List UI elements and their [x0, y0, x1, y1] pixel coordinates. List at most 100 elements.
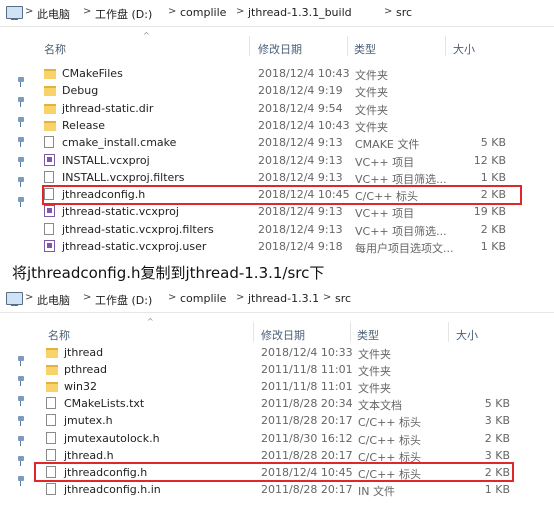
file-date: 2018/12/4 9:13: [258, 136, 343, 150]
column-divider[interactable]: [249, 36, 250, 56]
column-header-name[interactable]: 名称: [48, 327, 70, 343]
column-header-date[interactable]: 修改日期: [258, 41, 302, 57]
header-file-icon: [46, 448, 56, 461]
list-item[interactable]: Debug 2018/12/4 9:19 文件夹: [40, 82, 520, 99]
file-name: jmutex.h: [64, 414, 113, 428]
list-item[interactable]: CMakeLists.txt 2011/8/28 20:34 文本文档 5 KB: [42, 395, 522, 412]
vcxproj-icon: [44, 153, 55, 166]
file-type: 文件夹: [355, 86, 388, 100]
column-header-date[interactable]: 修改日期: [261, 327, 305, 343]
list-item[interactable]: jthread-static.vcxproj.user 2018/12/4 9:1…: [40, 238, 520, 255]
file-size: 2 KB: [480, 222, 506, 236]
file-name: INSTALL.vcxproj: [62, 153, 150, 167]
list-item[interactable]: jthread-static.vcxproj 2018/12/4 9:13 VC++…: [40, 203, 520, 220]
pin-icon[interactable]: [17, 376, 25, 386]
column-divider[interactable]: [448, 322, 449, 342]
pin-icon[interactable]: [17, 356, 25, 366]
pin-icon[interactable]: [17, 177, 25, 187]
this-pc-icon: [6, 292, 23, 306]
column-header-size[interactable]: 大小: [453, 41, 475, 57]
column-header-type[interactable]: 类型: [357, 327, 379, 343]
file-size: 3 KB: [484, 414, 510, 428]
list-item[interactable]: jthreadconfig.h.in 2011/8/28 20:17 IN 文件 1 …: [42, 481, 522, 498]
chevron-right-icon[interactable]: >: [236, 292, 244, 303]
file-name: jthread-static.vcxproj: [62, 205, 179, 219]
pin-icon[interactable]: [17, 157, 25, 167]
column-header-type[interactable]: 类型: [354, 41, 376, 57]
file-date: 2011/11/8 11:01: [261, 363, 353, 377]
file-name: jmutexautolock.h: [64, 431, 160, 445]
file-date: 2018/12/4 9:19: [258, 84, 343, 98]
list-item[interactable]: cmake_install.cmake 2018/12/4 9:13 CMAKE 文…: [40, 134, 520, 151]
list-item[interactable]: INSTALL.vcxproj.filters 2018/12/4 9:13 VC+…: [40, 169, 520, 186]
file-date: 2018/12/4 10:33: [261, 346, 353, 359]
list-item[interactable]: jthread-static.vcxproj.filters 2018/12/4 …: [40, 221, 520, 238]
breadcrumb-item[interactable]: 工作盘 (D:): [95, 6, 152, 22]
pin-icon[interactable]: [17, 456, 25, 466]
folder-icon: [44, 69, 56, 79]
pin-icon[interactable]: [17, 137, 25, 147]
breadcrumb-item[interactable]: jthread-1.3.1_build: [248, 6, 352, 19]
list-item[interactable]: CMakeFiles 2018/12/4 10:43 文件夹: [40, 65, 520, 82]
breadcrumb-item[interactable]: jthread-1.3.1: [248, 292, 319, 305]
file-type: 文件夹: [355, 103, 388, 117]
file-name: cmake_install.cmake: [62, 136, 177, 150]
list-item[interactable]: INSTALL.vcxproj 2018/12/4 9:13 VC++ 项目 12 K…: [40, 152, 520, 169]
column-header-name[interactable]: 名称: [44, 41, 66, 57]
pin-icon[interactable]: [17, 197, 25, 207]
chevron-right-icon[interactable]: >: [25, 292, 33, 303]
sort-up-icon: ^: [147, 317, 154, 326]
column-divider[interactable]: [445, 36, 446, 56]
pin-icon[interactable]: [17, 476, 25, 486]
chevron-right-icon[interactable]: >: [168, 6, 176, 17]
list-item[interactable]: win32 2011/11/8 11:01 文件夹: [42, 378, 522, 395]
chevron-right-icon[interactable]: >: [83, 292, 91, 303]
breadcrumb-item[interactable]: complile: [180, 292, 226, 305]
breadcrumb-item[interactable]: 工作盘 (D:): [95, 292, 152, 308]
column-header-size[interactable]: 大小: [456, 327, 478, 343]
file-size: 5 KB: [484, 397, 510, 411]
column-divider[interactable]: [347, 36, 348, 56]
chevron-right-icon[interactable]: >: [384, 6, 392, 17]
list-item[interactable]: pthread 2011/11/8 11:01 文件夹: [42, 361, 522, 378]
file-size: 3 KB: [484, 448, 510, 462]
column-divider[interactable]: [253, 322, 254, 342]
list-item[interactable]: jmutex.h 2011/8/28 20:17 C/C++ 标头 3 KB: [42, 412, 522, 429]
chevron-right-icon[interactable]: >: [83, 6, 91, 17]
pin-icon[interactable]: [17, 396, 25, 406]
file-icon: [44, 222, 54, 235]
pin-icon[interactable]: [17, 117, 25, 127]
address-bar[interactable]: > 此电脑 > 工作盘 (D:) > complile > jthread-1.…: [0, 0, 554, 27]
breadcrumb-item[interactable]: src: [335, 292, 351, 305]
breadcrumb-item[interactable]: 此电脑: [37, 292, 70, 308]
vcxproj-icon: [44, 205, 55, 218]
address-bar[interactable]: > 此电脑 > 工作盘 (D:) > complile > jthread-1.…: [0, 286, 554, 313]
list-item[interactable]: jthread 2018/12/4 10:33 文件夹: [42, 344, 522, 361]
file-name: win32: [64, 380, 98, 394]
folder-icon: [46, 365, 58, 376]
file-date: 2018/12/4 9:13: [258, 205, 343, 219]
breadcrumb-item[interactable]: 此电脑: [37, 6, 70, 22]
pin-icon[interactable]: [17, 77, 25, 87]
breadcrumb-item[interactable]: complile: [180, 6, 226, 19]
breadcrumb-item[interactable]: src: [396, 6, 412, 19]
folder-icon: [46, 348, 58, 358]
column-divider[interactable]: [350, 322, 351, 342]
file-type: 文件夹: [355, 120, 388, 134]
chevron-right-icon[interactable]: >: [323, 292, 331, 303]
pin-icon[interactable]: [17, 97, 25, 107]
list-item[interactable]: jmutexautolock.h 2011/8/30 16:12 C/C++ 标头 2…: [42, 430, 522, 447]
pin-icon[interactable]: [17, 416, 25, 426]
chevron-right-icon[interactable]: >: [236, 6, 244, 17]
file-date: 2011/8/28 20:17: [261, 414, 353, 428]
file-date: 2018/12/4 9:13: [258, 222, 343, 236]
file-name: Debug: [62, 84, 99, 98]
file-type: C/C++ 标头: [358, 433, 421, 447]
chevron-right-icon[interactable]: >: [168, 292, 176, 303]
file-date: 2018/12/4 10:43: [258, 67, 350, 80]
chevron-right-icon[interactable]: >: [25, 6, 33, 17]
file-type: 文件夹: [358, 348, 391, 361]
list-item[interactable]: Release 2018/12/4 10:43 文件夹: [40, 117, 520, 134]
pin-icon[interactable]: [17, 436, 25, 446]
list-item[interactable]: jthread-static.dir 2018/12/4 9:54 文件夹: [40, 100, 520, 117]
